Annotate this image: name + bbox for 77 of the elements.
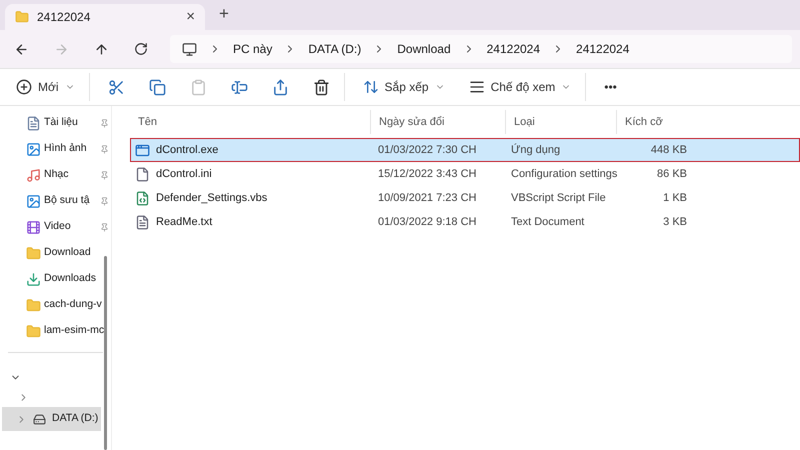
table-cell-text: Configuration settings (510, 166, 617, 182)
download-icon (26, 272, 41, 286)
computer-icon (182, 42, 197, 56)
file-row[interactable]: ReadMe.txt 01/03/2022 9:18 CH Text Document 3 KB (130, 210, 800, 234)
new-button[interactable]: Mới (6, 71, 85, 103)
file-row[interactable]: dControl.ini 15/12/2022 3:43 CH Configuration settings 86 KB (130, 162, 800, 186)
window-tab[interactable]: 24122024 × (5, 4, 205, 30)
breadcrumb-item[interactable]: DATA (D:) (308, 40, 362, 58)
paste-icon (190, 78, 207, 96)
breadcrumb-item[interactable]: 24122024 (576, 40, 630, 58)
file-row[interactable]: dControl.exe 01/03/2022 7:30 CH Ứng dụng 448 KB (130, 138, 800, 162)
breadcrumb-item[interactable]: Download (397, 40, 451, 58)
column-header[interactable]: Ngày sửa đổi (370, 110, 505, 134)
new-tab-button[interactable]: + (219, 0, 229, 26)
folder-icon (26, 246, 41, 260)
sidebar-item[interactable]: Hình ảnh (0, 136, 111, 162)
table-cell-text: 86 KB (656, 166, 688, 182)
settings-file-icon (135, 166, 150, 182)
column-header[interactable]: Kích cỡ (616, 110, 688, 134)
table-cell-text: VBScript Script File (510, 190, 607, 206)
table-cell-text: 3 KB (662, 214, 688, 230)
folder-icon (26, 324, 41, 338)
copy-icon (148, 78, 166, 96)
file-name: Defender_Settings.vbs (156, 190, 268, 206)
cut-icon (108, 78, 125, 96)
sidebar-item[interactable]: Tài liệu (0, 110, 111, 136)
table-cell-text: 10/09/2021 7:23 CH (377, 190, 478, 206)
sort-button[interactable]: Sắp xếp (352, 71, 455, 103)
share-icon (272, 78, 289, 96)
scrollbar[interactable] (104, 256, 107, 450)
sidebar-item[interactable]: lam-esim-mc (0, 318, 111, 344)
table-cell-text: 01/03/2022 7:30 CH (377, 142, 478, 158)
file-row[interactable]: Defender_Settings.vbs 10/09/2021 7:23 CH VBScript Script File 1 KB (130, 186, 800, 210)
up-icon[interactable] (94, 42, 109, 56)
view-button[interactable]: Chế độ xem (458, 71, 582, 103)
sidebar-item[interactable]: Video (0, 214, 111, 240)
table-cell-text: 448 KB (650, 142, 688, 158)
sidebar-item[interactable]: Downloads (0, 266, 111, 292)
drive-icon (33, 412, 46, 426)
rename-icon (230, 78, 248, 96)
tree-item[interactable]: DATA (D:) (2, 407, 101, 431)
table-cell-text: 1 KB (662, 190, 688, 206)
sidebar-item[interactable]: Download (0, 240, 111, 266)
add-icon (16, 79, 32, 95)
file-name: dControl.exe (156, 142, 218, 158)
sidebar-item[interactable]: Bộ sưu tậ (0, 188, 111, 214)
tab-title: 24122024 (37, 9, 92, 26)
text-file-icon (135, 214, 150, 230)
picture-icon (26, 194, 41, 208)
trash-icon (312, 78, 330, 96)
file-name: ReadMe.txt (156, 214, 212, 230)
breadcrumb-item[interactable]: 24122024 (486, 40, 540, 58)
folder-icon (15, 10, 29, 24)
back-icon[interactable] (14, 42, 29, 56)
script-file-icon (135, 190, 150, 206)
picture-icon (26, 142, 41, 156)
column-header[interactable]: Tên (130, 110, 370, 134)
sidebar-item[interactable]: cach-dung-v (0, 292, 111, 318)
table-cell-text: 01/03/2022 9:18 CH (377, 214, 478, 230)
refresh-icon[interactable] (134, 42, 148, 56)
address-bar[interactable]: PC này DATA (D:) Download 24122024 24122024 (170, 35, 792, 63)
breadcrumb-item[interactable]: PC này (233, 40, 272, 58)
more-button[interactable]: ••• (594, 71, 627, 103)
table-cell-text: Text Document (510, 214, 586, 230)
music-icon (26, 168, 41, 182)
close-tab-button[interactable]: × (186, 6, 195, 28)
list-icon (468, 79, 485, 95)
table-cell-text: Ứng dụng (510, 142, 562, 158)
document-icon (26, 116, 41, 130)
folder-icon (26, 298, 41, 312)
file-name: dControl.ini (156, 166, 212, 182)
table-cell-text: 15/12/2022 3:43 CH (377, 166, 478, 182)
sidebar-item[interactable]: Nhạc (0, 162, 111, 188)
sort-icon (362, 79, 379, 95)
column-header[interactable]: Loại (505, 110, 616, 134)
app-icon (135, 142, 150, 158)
film-icon (26, 220, 41, 234)
